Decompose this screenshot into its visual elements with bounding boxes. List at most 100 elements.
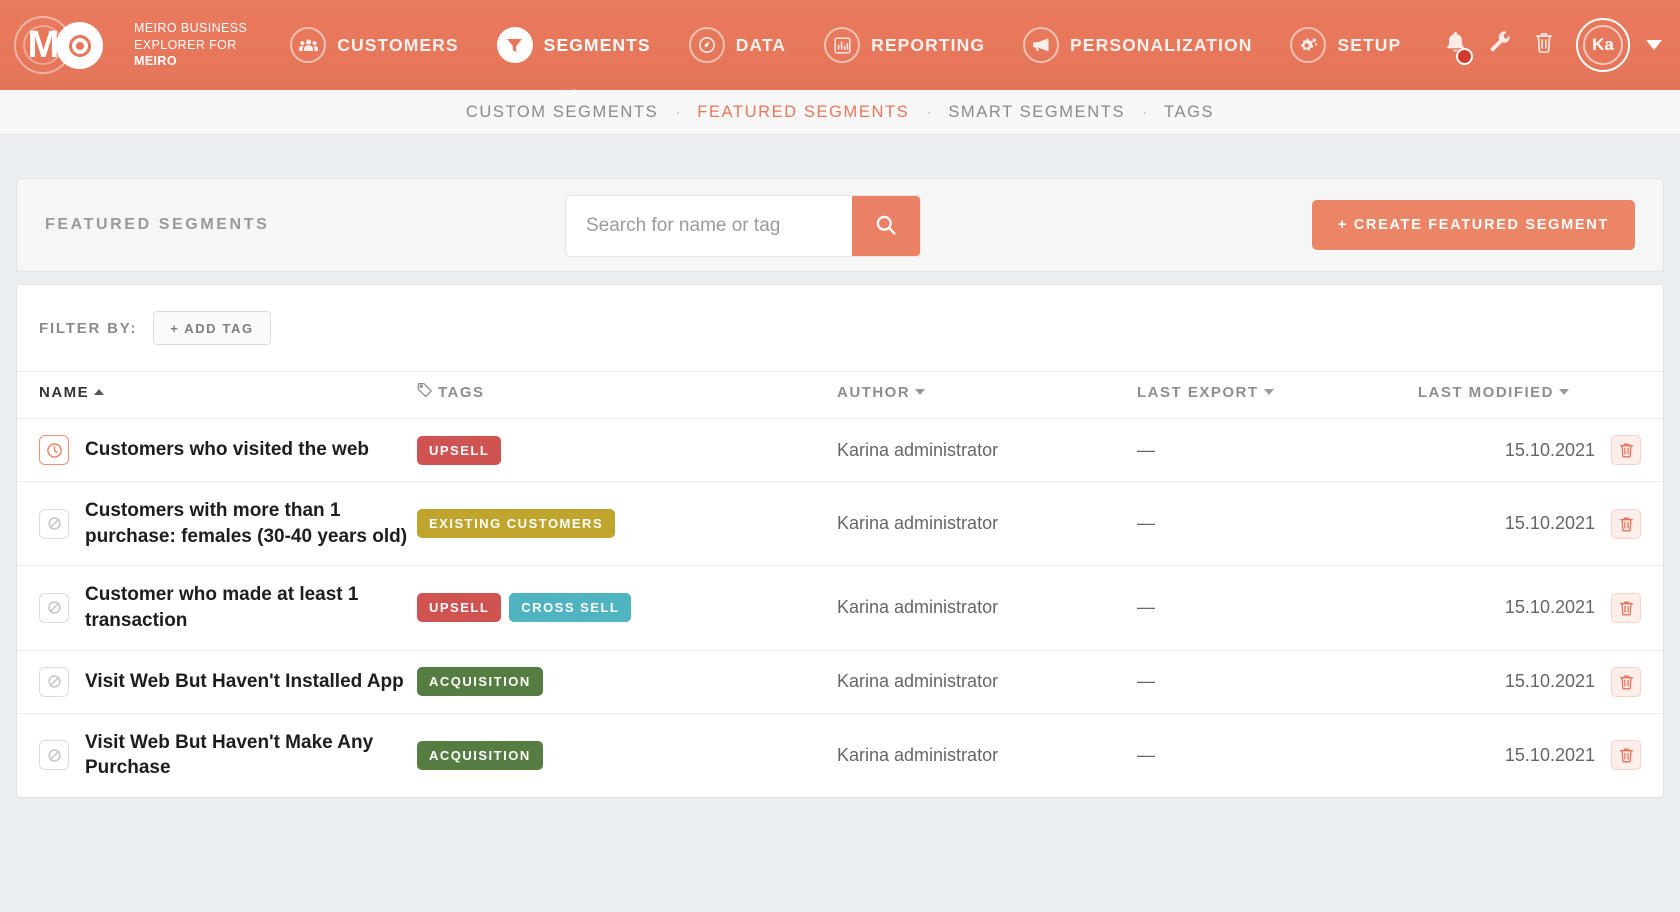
segment-name[interactable]: Visit Web But Haven't Installed App	[85, 669, 404, 695]
tag-chip[interactable]: Upsell	[417, 436, 501, 465]
author-name: Karina administrator	[837, 745, 998, 765]
brand-line-1: Meiro Business	[134, 20, 247, 37]
cell-tags: Upsell	[417, 419, 837, 482]
delete-segment-button[interactable]	[1611, 667, 1641, 697]
search-input[interactable]	[566, 196, 852, 256]
last-export-value: —	[1137, 513, 1155, 533]
create-featured-segment-button[interactable]: + Create Featured Segment	[1312, 200, 1635, 250]
table-body: Customers who visited the web Upsell Karin…	[17, 419, 1663, 797]
table-row[interactable]: Customers who visited the webUpsellKarin…	[17, 419, 1663, 482]
cell-tags: Acquisition	[417, 713, 837, 797]
cell-author: Karina administrator	[837, 482, 1137, 566]
sort-descending-icon	[1559, 389, 1569, 395]
filter-icon	[497, 27, 533, 63]
add-tag-button[interactable]: + Add Tag	[153, 311, 270, 345]
nav-item-segments[interactable]: Segments	[478, 13, 670, 77]
cell-author: Karina administrator	[837, 650, 1137, 713]
subnav-item-tags[interactable]: Tags	[1152, 103, 1226, 122]
brand-line-3: Meiro	[134, 54, 177, 68]
search-button[interactable]	[852, 196, 920, 256]
subnav-separator: ·	[670, 104, 685, 121]
segment-name[interactable]: Customer who made at least 1 transaction	[85, 582, 417, 633]
delete-segment-button[interactable]	[1611, 435, 1641, 465]
nav-label-personalization-reporting: Reporting	[871, 35, 985, 56]
page-body: Featured Segments + Create Featured Segm…	[0, 135, 1680, 798]
last-modified-value: 15.10.2021	[1505, 440, 1595, 461]
author-name: Karina administrator	[837, 597, 998, 617]
page-title: Featured Segments	[45, 216, 269, 234]
chevron-down-icon[interactable]	[1646, 40, 1662, 50]
clock-scheduled-icon[interactable]	[39, 435, 69, 465]
gauge-icon	[689, 27, 725, 63]
subnav-separator: ·	[921, 104, 936, 121]
subnav-item-smart-segments[interactable]: Smart Segments	[936, 103, 1137, 122]
featured-segments-toolbar: Featured Segments + Create Featured Segm…	[16, 178, 1664, 272]
no-schedule-icon[interactable]	[39, 593, 69, 623]
nav-item-personalization[interactable]: Personalization	[1004, 13, 1271, 77]
table-row[interactable]: Visit Web But Haven't Make Any PurchaseA…	[17, 713, 1663, 797]
no-schedule-icon[interactable]	[39, 740, 69, 770]
cell-last-export: —	[1137, 482, 1337, 566]
column-header-tags[interactable]: Tags	[417, 372, 837, 419]
delete-segment-button[interactable]	[1611, 509, 1641, 539]
column-header-name[interactable]: Name	[17, 372, 417, 419]
nav-item-reporting[interactable]: Reporting	[805, 13, 1004, 77]
chart-icon	[824, 27, 860, 63]
last-modified-value: 15.10.2021	[1505, 513, 1595, 534]
nav-item-customers[interactable]: Customers	[271, 13, 477, 77]
delete-segment-button[interactable]	[1611, 740, 1641, 770]
last-export-value: —	[1137, 440, 1155, 460]
column-label-last-export: Last Export	[1137, 384, 1259, 401]
avatar-initials: Ka	[1592, 35, 1614, 55]
table-row[interactable]: Customers with more than 1 purchase: fem…	[17, 482, 1663, 566]
delete-segment-button[interactable]	[1611, 593, 1641, 623]
tag-chip[interactable]: Upsell	[417, 593, 501, 622]
segment-name[interactable]: Customers with more than 1 purchase: fem…	[85, 498, 417, 549]
nav-label-setup: Setup	[1337, 35, 1401, 56]
last-modified-value: 15.10.2021	[1505, 745, 1595, 766]
cell-author: Karina administrator	[837, 713, 1137, 797]
brand-line-2: Explorer for	[134, 37, 247, 54]
column-header-last-modified[interactable]: Last Modified	[1337, 372, 1663, 419]
table-header: Name Tags	[17, 372, 1663, 419]
trash-icon[interactable]	[1534, 31, 1554, 59]
table-row[interactable]: Customer who made at least 1 transaction…	[17, 566, 1663, 650]
column-header-last-export[interactable]: Last Export	[1137, 372, 1337, 419]
nav-label-data: Data	[736, 35, 786, 56]
tag-chip[interactable]: Acquisition	[417, 667, 543, 696]
brand-logo[interactable]: M Meiro Business Explorer for Meiro	[14, 14, 247, 76]
cell-name: Visit Web But Haven't Installed App	[17, 650, 417, 713]
no-schedule-icon[interactable]	[39, 509, 69, 539]
column-header-author[interactable]: Author	[837, 372, 1137, 419]
column-label-tags: Tags	[438, 384, 485, 401]
cell-last-modified: 15.10.2021	[1337, 650, 1663, 713]
segment-name[interactable]: Visit Web But Haven't Make Any Purchase	[85, 730, 417, 781]
segment-name[interactable]: Customers who visited the web	[85, 437, 369, 463]
column-label-name: Name	[39, 384, 89, 401]
cell-last-modified: 15.10.2021	[1337, 482, 1663, 566]
subnav-item-featured-segments[interactable]: Featured Segments	[685, 103, 921, 122]
search-icon	[875, 214, 897, 239]
cell-last-modified: 15.10.2021	[1337, 713, 1663, 797]
filter-by-label: Filter by:	[39, 320, 137, 337]
segments-subnav: Custom Segments · Featured Segments · Sm…	[0, 90, 1680, 135]
column-label-last-modified: Last Modified	[1418, 384, 1554, 401]
top-navigation-bar: M Meiro Business Explorer for Meiro Cust…	[0, 0, 1680, 90]
avatar[interactable]: Ka	[1576, 18, 1630, 72]
tag-chip[interactable]: Cross Sell	[509, 593, 631, 622]
nav-item-data[interactable]: Data	[670, 13, 805, 77]
top-bar-actions: Ka	[1444, 18, 1662, 72]
cell-tags: Acquisition	[417, 650, 837, 713]
tag-chip[interactable]: Existing Customers	[417, 509, 615, 538]
notifications-bell-icon[interactable]	[1444, 30, 1467, 60]
table-row[interactable]: Visit Web But Haven't Installed App Acqui…	[17, 650, 1663, 713]
no-schedule-icon[interactable]	[39, 667, 69, 697]
subnav-item-custom-segments[interactable]: Custom Segments	[454, 103, 670, 122]
wrench-icon[interactable]	[1489, 31, 1512, 59]
nav-item-setup[interactable]: Setup	[1271, 13, 1420, 77]
last-modified-value: 15.10.2021	[1505, 597, 1595, 618]
sort-ascending-icon	[94, 389, 104, 395]
segments-table-card: Filter by: + Add Tag Name	[16, 284, 1664, 798]
search-box	[565, 195, 921, 257]
tag-chip[interactable]: Acquisition	[417, 741, 543, 770]
